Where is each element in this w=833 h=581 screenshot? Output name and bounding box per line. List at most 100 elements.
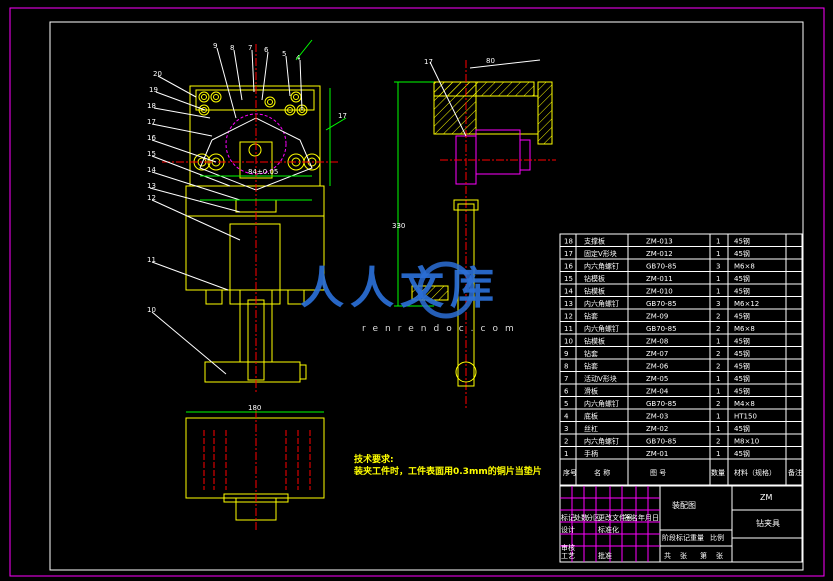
bom-cell-code: ZM-010 [646,288,673,296]
bom-cell-material: 45钢 [734,424,750,433]
leader-line-left [151,311,227,375]
bom-cell-material: 45钢 [734,249,750,258]
bom-cell-name: 钻套 [584,349,598,358]
bom-cell-no: 14 [564,288,573,296]
bom-cell-name: 钻模板 [584,287,605,296]
tb-label: 签名 [624,513,638,522]
balloon-number: 10 [147,306,156,314]
bom-cell-no: 6 [564,388,569,396]
bom-cell-qty: 2 [716,438,720,446]
bom-cell-qty: 1 [716,338,720,346]
balloon-number: 12 [147,194,156,202]
bom-cell-qty: 3 [716,263,720,271]
bom-cell-name: 滑板 [584,387,598,396]
tb-label: 设计 [561,525,575,534]
bom-cell-material: M8×10 [734,438,759,446]
cad-drawing-canvas: 20191817161514131211109876541784±0.05330… [0,0,833,581]
bom-cell-qty: 1 [716,250,720,258]
side-bracket [475,95,539,135]
bom-cell-code: GB70-85 [646,263,677,271]
bom-cell-qty: 3 [716,300,720,308]
side-workpiece [475,129,521,175]
bom-cell-name: 内六角螺钉 [584,437,619,446]
bom-cell-no: 4 [564,413,569,421]
tech-req-title: 技术要求: [354,455,394,465]
bom-cell-name: 活动V形块 [584,374,617,383]
dimension-text: 17 [338,112,347,120]
centre-bushing [248,143,262,157]
bom-cell-no: 11 [564,325,573,333]
bom-header-material: 材料（规格） [734,468,776,477]
leader-line-left [151,261,229,291]
bom-cell-qty: 1 [716,450,720,458]
bom-cell-name: 钻模板 [584,337,605,346]
bom-cell-code: ZM-013 [646,238,673,246]
tb-label: 工艺 [561,552,575,560]
bom-cell-no: 12 [564,313,573,321]
bom-cell-no: 8 [564,363,568,371]
balloon-number: 7 [248,44,252,52]
tech-req-text: 装夹工件时，工件表面用0.3mm的铜片当垫片 [354,467,542,477]
handle-bar [204,361,301,383]
balloon-number: 20 [153,70,162,78]
bom-cell-material: 45钢 [734,337,750,346]
bom-cell-qty: 1 [716,238,720,246]
bom-cell-no: 13 [564,300,573,308]
bom-cell-no: 18 [564,238,573,246]
bom-cell-qty: 2 [716,313,720,321]
bom-cell-code: ZM-09 [646,313,668,321]
bom-cell-material: 45钢 [734,349,750,358]
bom-cell-name: 内六角螺钉 [584,262,619,271]
balloon-number: 18 [147,102,156,110]
bom-cell-name: 丝杠 [584,424,598,433]
bom-cell-no: 16 [564,263,573,271]
dimension-text: 80 [486,57,495,65]
bom-cell-code: GB70-85 [646,300,677,308]
bom-cell-code: ZM-03 [646,413,668,421]
tb-label: 比例 [710,533,724,542]
side-workpiece-end [519,139,531,171]
bom-cell-material: M6×8 [734,263,755,271]
bom-cell-qty: 1 [716,425,720,433]
bom-cell-code: ZM-05 [646,375,668,383]
bom-cell-no: 7 [564,375,568,383]
balloon-number: 11 [147,256,156,264]
leader-line-left [151,199,241,241]
bom-cell-code: ZM-07 [646,350,668,358]
leader-line-side [469,59,541,69]
tb-label: 批准 [598,551,612,560]
bom-cell-material: 45钢 [734,374,750,383]
bom-cell-code: ZM-012 [646,250,673,258]
tb-label: 重量 [690,534,704,542]
bom-cell-name: 底板 [584,412,598,421]
balloon-number: 17 [424,58,433,66]
bom-cell-code: ZM-011 [646,275,673,283]
bom-cell-material: 45钢 [734,274,750,283]
dimension-leader [295,39,313,61]
bom-cell-material: 45钢 [734,237,750,246]
balloon-number: 19 [149,86,158,94]
leader-line-left [151,139,217,163]
bom-header-qty: 数量 [711,468,725,477]
tb-label: 标记 [561,513,575,522]
balloon-number: 14 [147,166,156,174]
bom-cell-name: 手柄 [584,449,598,458]
bom-cell-name: 内六角螺钉 [584,299,619,308]
handle-end [299,364,307,380]
bom-cell-qty: 2 [716,350,720,358]
watermark-brand: 人人文库 [300,263,500,314]
leader-line-left [155,91,206,111]
bom-cell-code: ZM-06 [646,363,669,371]
bom-cell-material: M6×8 [734,325,755,333]
bom-cell-code: ZM-04 [646,388,669,396]
balloon-number: 6 [264,46,269,54]
bom-cell-material: 45钢 [734,449,750,458]
bom-cell-name: 内六角螺钉 [584,399,619,408]
tb-label: 第 [700,551,707,560]
tb-label: 张 [716,551,723,560]
tb-label: 阶段标记 [662,533,690,542]
watermark: 人人文库 renrendoc.com [300,252,550,342]
drawing-type-label: 装配图 [672,500,696,510]
leader-line-top [216,47,237,119]
tb-label: 张 [680,551,687,560]
